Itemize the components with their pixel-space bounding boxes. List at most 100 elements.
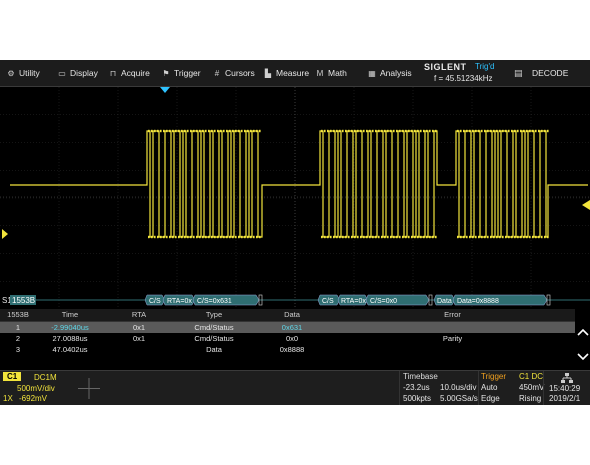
trigger-source: C1 DC <box>519 372 544 381</box>
trigger-slope: Rising <box>519 394 542 403</box>
menu-math[interactable]: M Math <box>315 60 347 86</box>
brand-logo: SIGLENT <box>424 62 467 72</box>
gear-icon: ⚙ <box>7 69 15 78</box>
trigger-title: Trigger <box>481 372 507 381</box>
clock-time: 15:40:29 <box>549 384 581 393</box>
table-row[interactable]: 1 -2.99040us 0x1 Cmd/Status 0x631 <box>0 322 575 333</box>
add-channel-icon[interactable] <box>74 375 104 402</box>
trigger-status: Trig'd <box>475 62 495 71</box>
menu-acquire[interactable]: ⊓ Acquire <box>108 60 150 86</box>
scroll-down-icon[interactable] <box>575 347 590 367</box>
col-header-rta: RTA <box>131 310 147 319</box>
network-icon <box>561 373 573 383</box>
channel1-scale: 500mV/div <box>17 384 55 393</box>
cell-data: 0x0 <box>285 334 299 343</box>
cell-time: 47.0402us <box>52 345 88 354</box>
decode-table: 1553B Time RTA Type Data Error 1 -2.9904… <box>0 309 590 370</box>
table-scroll-controls <box>575 309 590 370</box>
memory-depth: 500kpts <box>403 394 432 403</box>
cell-data: 0x631 <box>281 323 303 332</box>
cell-type: Cmd/Status <box>194 323 234 332</box>
menu-cursors-label: Cursors <box>225 68 255 78</box>
menu-measure[interactable]: ▙ Measure <box>263 60 309 86</box>
brand-area: SIGLENT Trig'd f = 45.51234kHz <box>424 61 522 85</box>
display-icon: ▭ <box>58 69 66 78</box>
status-bar: C1 DC1M 500mV/div 1X -692mV Timebase -23… <box>0 370 590 405</box>
menu-measure-label: Measure <box>276 68 310 78</box>
channel1-offset: -692mV <box>19 394 48 403</box>
top-menu-bar: ⚙ Utility ▭ Display ⊓ Acquire ⚑ Trigger # Cur… <box>0 60 590 87</box>
analysis-icon: ▦ <box>368 69 376 78</box>
decode-icon: ▤ <box>514 68 523 78</box>
menu-analysis-label: Analysis <box>380 68 412 78</box>
frequency-readout: f = 45.51234kHz <box>434 74 493 83</box>
col-header-type: Type <box>205 310 223 319</box>
cell-index: 3 <box>15 345 21 354</box>
menu-display[interactable]: ▭ Display <box>57 60 98 86</box>
cell-rta: 0x1 <box>132 334 146 343</box>
cell-rta: 0x1 <box>132 323 146 332</box>
frame2-cs: C/S <box>322 298 334 305</box>
sample-rate: 5.00GSa/s <box>440 394 478 403</box>
frame2-cs-value: C/S=0x0 <box>370 298 397 305</box>
channel1-waveform <box>10 130 588 238</box>
trigger-mode: Auto <box>481 383 498 392</box>
cursors-icon: # <box>214 69 220 78</box>
channel1-offset-marker <box>2 229 8 239</box>
trigger-type: Edge <box>481 394 500 403</box>
frame1-cs: C/S <box>149 298 161 305</box>
cell-type: Cmd/Status <box>194 334 234 343</box>
trigger-position-marker <box>160 87 170 93</box>
clock-date: 2019/2/1 <box>549 394 581 403</box>
cell-data: 0x8888 <box>279 345 305 354</box>
acquire-icon: ⊓ <box>109 69 117 78</box>
cell-time: -2.99040us <box>51 323 89 332</box>
timebase-settings[interactable]: Timebase -23.2us 10.0us/div 500kpts 5.00… <box>399 371 478 405</box>
table-row[interactable]: 2 27.0088us 0x1 Cmd/Status 0x0 Parity <box>0 333 575 344</box>
frame1-cs-value: C/S=0x631 <box>197 298 232 305</box>
cell-error: Parity <box>442 334 463 343</box>
flag-icon: ⚑ <box>162 69 170 78</box>
frame1-rta: RTA=0x <box>167 298 192 305</box>
channel1-probe: 1X <box>3 394 13 403</box>
menu-utility[interactable]: ⚙ Utility <box>6 60 40 86</box>
menu-decode[interactable]: ▤ DECODE <box>510 60 590 86</box>
trigger-level-marker <box>582 200 590 210</box>
math-icon: M <box>316 69 324 78</box>
oscilloscope-screen: ⚙ Utility ▭ Display ⊓ Acquire ⚑ Trigger # Cur… <box>0 60 590 405</box>
table-row[interactable]: 3 47.0402us Data 0x8888 <box>0 344 575 355</box>
scroll-up-icon[interactable] <box>575 322 590 342</box>
cell-time: 27.0088us <box>52 334 88 343</box>
timebase-title: Timebase <box>403 372 438 381</box>
menu-display-label: Display <box>70 68 98 78</box>
cell-type: Data <box>206 345 222 354</box>
trigger-settings[interactable]: Trigger C1 DC Auto 450mV Edge Rising <box>478 371 545 405</box>
menu-decode-label: DECODE <box>532 68 569 78</box>
measure-icon: ▙ <box>264 69 272 78</box>
decode-bus-line: S1 1553B C/S RTA=0x C/S=0x631 C/S RTA=0x… <box>2 294 590 306</box>
timebase-delay: -23.2us <box>403 383 430 392</box>
menu-cursors[interactable]: # Cursors <box>212 60 255 86</box>
frame2-rta: RTA=0x <box>341 298 366 305</box>
col-header-protocol: 1553B <box>7 310 29 319</box>
menu-analysis[interactable]: ▦ Analysis <box>367 60 412 86</box>
col-header-data: Data <box>284 310 300 319</box>
menu-math-label: Math <box>328 68 347 78</box>
cell-index: 2 <box>15 334 21 343</box>
channel1-trace <box>10 130 588 238</box>
frame3-data: Data <box>437 298 452 305</box>
channel1-settings[interactable]: C1 DC1M 500mV/div 1X -692mV <box>0 371 60 405</box>
decode-table-header: 1553B Time RTA Type Data Error <box>0 309 575 322</box>
menu-trigger[interactable]: ⚑ Trigger <box>161 60 201 86</box>
menu-acquire-label: Acquire <box>121 68 150 78</box>
cell-index: 1 <box>15 323 21 332</box>
col-header-error: Error <box>444 310 461 319</box>
frame3-data-value: Data=0x8888 <box>457 298 499 305</box>
channel1-coupling: DC1M <box>34 373 57 382</box>
clock-area: 15:40:29 2019/2/1 <box>543 371 590 405</box>
bus-protocol-label: 1553B <box>12 296 35 305</box>
menu-utility-label: Utility <box>19 68 40 78</box>
menu-trigger-label: Trigger <box>174 68 201 78</box>
trigger-level: 450mV <box>519 383 545 392</box>
channel1-badge: C1 <box>3 372 22 381</box>
